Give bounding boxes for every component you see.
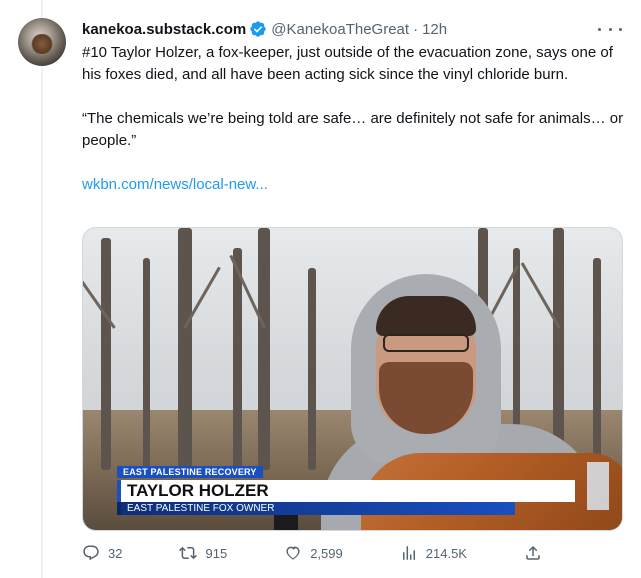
like-icon: [286, 546, 300, 560]
share-icon: [526, 545, 540, 560]
handle[interactable]: @KanekoaTheGreat: [271, 21, 409, 38]
reply-button[interactable]: 32: [82, 544, 122, 562]
like-count: 2,599: [310, 545, 343, 561]
timestamp[interactable]: 12h: [422, 21, 447, 38]
reply-icon: [83, 545, 99, 561]
views-icon: [402, 546, 415, 560]
tweet-text: #10 Taylor Holzer, a fox-keeper, just ou…: [82, 42, 627, 196]
retweet-count: 915: [205, 545, 228, 561]
action-bar: 32 915 2,599 214.5K: [82, 541, 542, 565]
more-icon[interactable]: [598, 20, 622, 38]
lower-third-name: TAYLOR HOLZER: [117, 480, 575, 502]
retweet-button[interactable]: 915: [179, 544, 227, 562]
retweet-icon: [179, 546, 198, 560]
tweet-paragraph-1: #10 Taylor Holzer, a fox-keeper, just ou…: [82, 44, 613, 83]
display-name[interactable]: kanekoa.substack.com: [82, 21, 246, 38]
video-thumbnail[interactable]: EAST PALESTINE RECOVERY TAYLOR HOLZER EA…: [82, 227, 623, 531]
avatar[interactable]: [18, 18, 66, 66]
tweet-header: kanekoa.substack.com @KanekoaTheGreat · …: [82, 18, 447, 40]
separator-dot: ·: [413, 20, 419, 38]
tweet-link[interactable]: wkbn.com/news/local-new...: [82, 176, 268, 193]
reply-count: 32: [108, 545, 123, 561]
views-button[interactable]: 214.5K: [400, 544, 467, 562]
lower-third: EAST PALESTINE RECOVERY TAYLOR HOLZER EA…: [117, 462, 609, 515]
tweet-paragraph-2: “The chemicals we’re being told are safe…: [82, 110, 624, 149]
lower-third-tag: EAST PALESTINE RECOVERY: [117, 466, 263, 478]
lower-third-title: EAST PALESTINE FOX OWNER: [117, 502, 515, 515]
verified-badge-icon: [249, 20, 267, 38]
like-button[interactable]: 2,599: [284, 544, 343, 562]
views-count: 214.5K: [425, 545, 467, 561]
share-button[interactable]: [524, 544, 542, 562]
thread-line: [41, 0, 43, 578]
